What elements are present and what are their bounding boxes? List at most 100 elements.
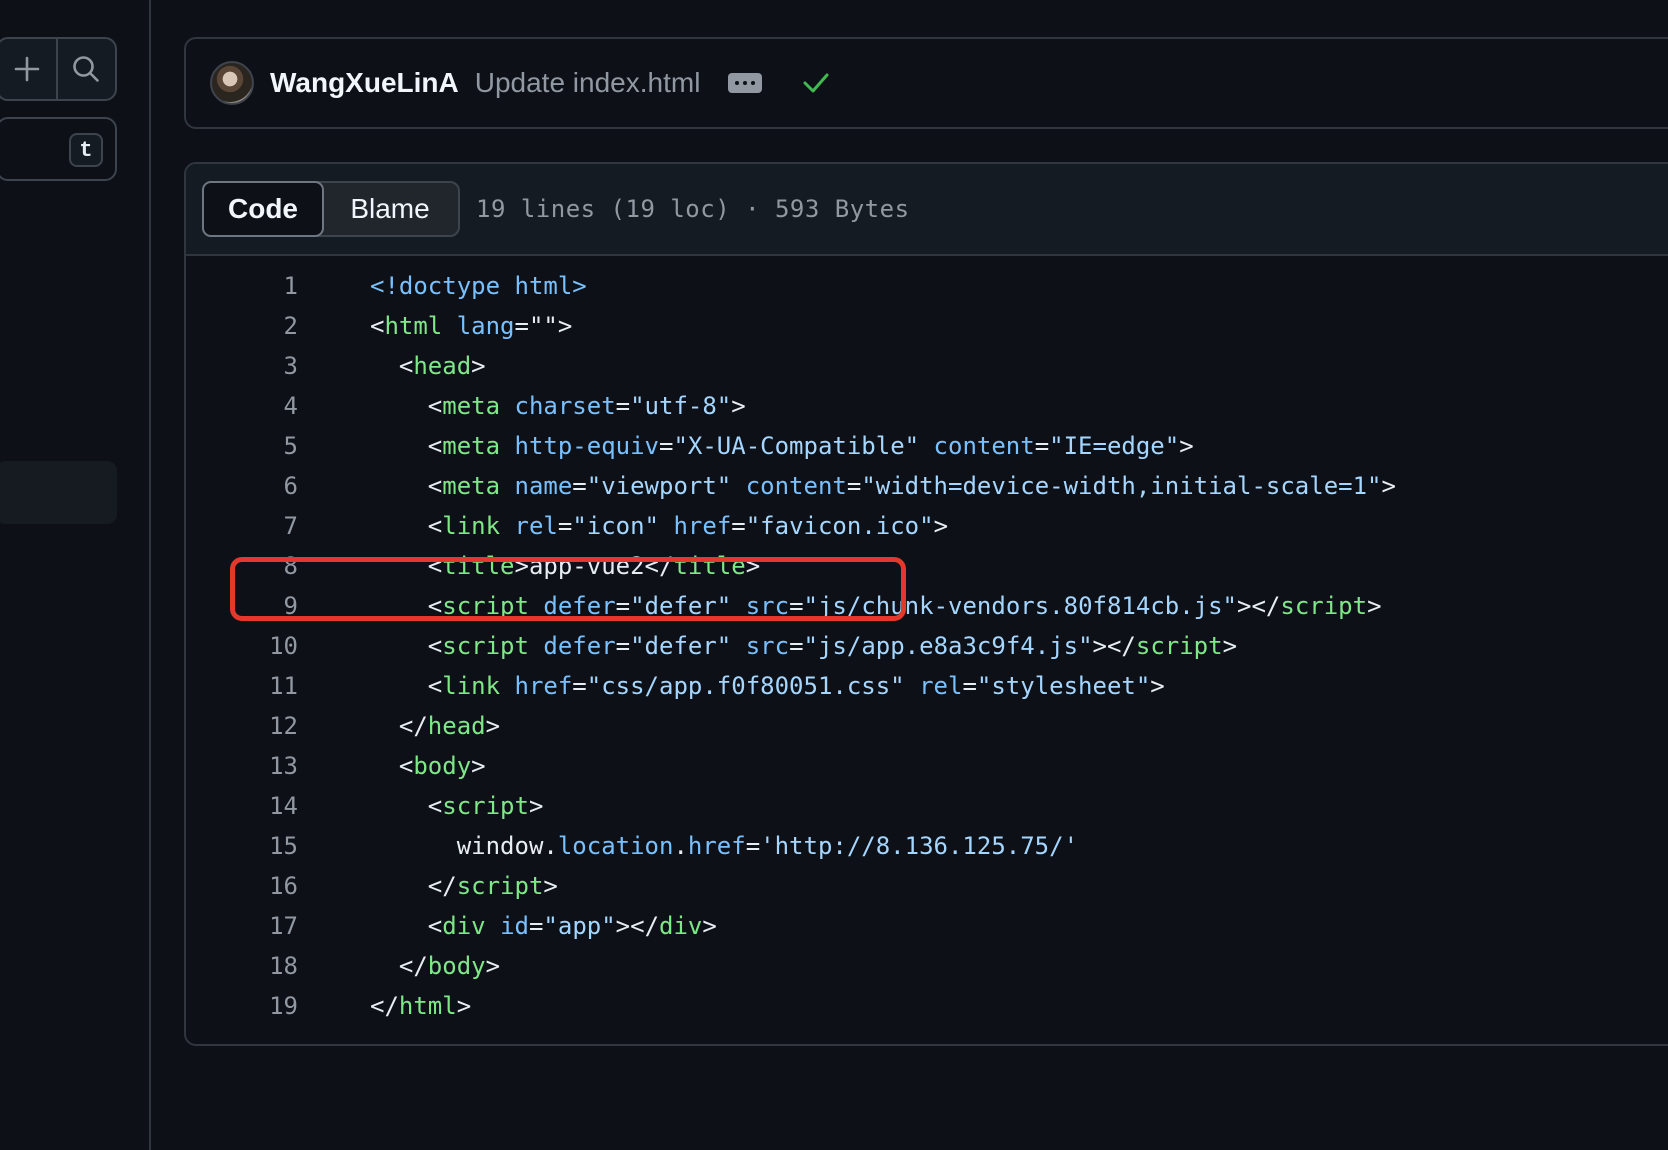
- code-token: ="">: [514, 312, 573, 340]
- tab-blame[interactable]: Blame: [322, 183, 458, 235]
- tab-code[interactable]: Code: [202, 181, 324, 237]
- line-content: <div id="app"></div>: [370, 906, 717, 946]
- ellipsis-icon: [735, 81, 740, 85]
- selected-file-row[interactable]: [0, 461, 117, 524]
- line-number[interactable]: 10: [186, 626, 298, 666]
- code-token: =: [557, 512, 573, 540]
- code-token: html: [398, 992, 457, 1020]
- code-line[interactable]: 12 </head>: [186, 706, 1668, 746]
- line-number[interactable]: 4: [186, 386, 298, 426]
- code-line[interactable]: 3 <head>: [186, 346, 1668, 386]
- line-number[interactable]: 2: [186, 306, 298, 346]
- commit-message[interactable]: Update index.html: [475, 67, 701, 99]
- code-token: name: [514, 472, 573, 500]
- code-token: </: [370, 712, 428, 740]
- code-token: src: [745, 632, 790, 660]
- code-token: meta: [442, 432, 501, 460]
- code-line[interactable]: 2 <html lang="">: [186, 306, 1668, 346]
- line-number[interactable]: 19: [186, 986, 298, 1026]
- code-token: "css/app.f0f80051.css": [586, 672, 905, 700]
- code-line[interactable]: 5 <meta http-equiv="X-UA-Compatible" con…: [186, 426, 1668, 466]
- code-token: =: [745, 832, 761, 860]
- sidebar-actions: [0, 37, 117, 101]
- line-number[interactable]: 11: [186, 666, 298, 706]
- code-token: <: [370, 472, 443, 500]
- code-token: script: [442, 632, 529, 660]
- line-content: window.location.href='http://8.136.125.7…: [370, 826, 1078, 866]
- add-file-button[interactable]: [0, 39, 56, 99]
- line-number[interactable]: 12: [186, 706, 298, 746]
- code-token: ></: [615, 912, 660, 940]
- line-number[interactable]: 6: [186, 466, 298, 506]
- line-number[interactable]: 18: [186, 946, 298, 986]
- expand-commit-button[interactable]: [728, 73, 763, 93]
- code-token: <!doctype html>: [370, 272, 587, 300]
- code-token: 'http://8.136.125.75/': [760, 832, 1079, 860]
- code-token: </: [370, 952, 428, 980]
- avatar[interactable]: [210, 61, 254, 105]
- line-number[interactable]: 15: [186, 826, 298, 866]
- code-line[interactable]: 4 <meta charset="utf-8">: [186, 386, 1668, 426]
- line-content: <script defer="defer" src="js/app.e8a3c9…: [370, 626, 1237, 666]
- line-number[interactable]: 7: [186, 506, 298, 546]
- code-token: ></: [1092, 632, 1136, 660]
- code-token: =: [659, 432, 674, 460]
- code-line[interactable]: 17 <div id="app"></div>: [186, 906, 1668, 946]
- code-line[interactable]: 14 <script>: [186, 786, 1668, 826]
- line-content: <link href="css/app.f0f80051.css" rel="s…: [370, 666, 1165, 706]
- go-to-file-input[interactable]: t: [0, 117, 117, 181]
- code-token: <: [370, 352, 414, 380]
- code-line[interactable]: 18 </body>: [186, 946, 1668, 986]
- code-token: content: [745, 472, 847, 500]
- code-token: script: [456, 872, 544, 900]
- code-line[interactable]: 15 window.location.href='http://8.136.12…: [186, 826, 1668, 866]
- code-token: "width=device-width,initial-scale=1": [861, 472, 1382, 500]
- commit-author[interactable]: WangXueLinA: [270, 67, 459, 99]
- line-number[interactable]: 1: [186, 266, 298, 306]
- line-content: </head>: [370, 706, 500, 746]
- line-content: <script>: [370, 786, 544, 826]
- code-line[interactable]: 11 <link href="css/app.f0f80051.css" rel…: [186, 666, 1668, 706]
- line-number[interactable]: 16: [186, 866, 298, 906]
- code-token: "js/app.e8a3c9f4.js": [803, 632, 1093, 660]
- code-token: >: [471, 752, 486, 780]
- code-token: =: [1034, 432, 1050, 460]
- code-token: >: [528, 792, 544, 820]
- code-line[interactable]: 16 </script>: [186, 866, 1668, 906]
- line-content: <!doctype html>: [370, 266, 587, 306]
- code-token: =: [731, 512, 746, 540]
- line-content: <meta http-equiv="X-UA-Compatible" conte…: [370, 426, 1194, 466]
- code-token: "utf-8": [630, 392, 732, 420]
- file-info: 19 lines (19 loc) · 593 Bytes: [476, 195, 910, 223]
- code-line[interactable]: 10 <script defer="defer" src="js/app.e8a…: [186, 626, 1668, 666]
- code-line[interactable]: 1 <!doctype html>: [186, 266, 1668, 306]
- code-line[interactable]: 6 <meta name="viewport" content="width=d…: [186, 466, 1668, 506]
- line-number[interactable]: 3: [186, 346, 298, 386]
- file-tree-sidebar: t: [0, 0, 151, 1150]
- search-files-button[interactable]: [55, 39, 116, 99]
- line-number[interactable]: 13: [186, 746, 298, 786]
- line-number[interactable]: 14: [186, 786, 298, 826]
- code-line[interactable]: 19 </html>: [186, 986, 1668, 1026]
- shortcut-key: t: [69, 133, 103, 167]
- check-icon[interactable]: [802, 72, 830, 94]
- code-token: </: [370, 872, 457, 900]
- line-number[interactable]: 5: [186, 426, 298, 466]
- code-token: <: [370, 392, 443, 420]
- code-token: script: [1280, 592, 1368, 620]
- line-content: <meta charset="utf-8">: [370, 386, 746, 426]
- code-line[interactable]: 13 <body>: [186, 746, 1668, 786]
- line-number[interactable]: 17: [186, 906, 298, 946]
- code-token: location: [557, 832, 674, 860]
- code-token: body: [427, 952, 486, 980]
- code-line[interactable]: 7 <link rel="icon" href="favicon.ico">: [186, 506, 1668, 546]
- code-lines: 1 <!doctype html> 2 <html lang=""> 3 <head> 4…: [186, 256, 1668, 1026]
- code-token: meta: [442, 392, 501, 420]
- code-token: "IE=edge": [1049, 432, 1180, 460]
- code-token: link: [442, 512, 501, 540]
